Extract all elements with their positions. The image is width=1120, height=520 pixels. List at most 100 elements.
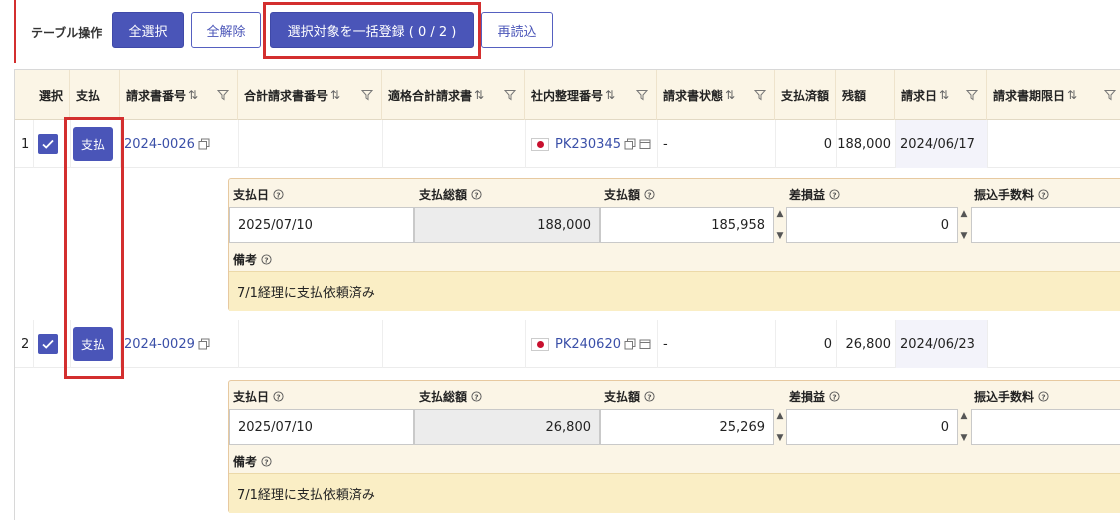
invoice-no-cell: 2024-0029 [124, 320, 210, 368]
header-status[interactable]: 請求書状態 ⇅ [657, 70, 775, 120]
sort-icon[interactable]: ⇅ [330, 88, 340, 102]
paid-cell: 0 [823, 136, 832, 152]
fee-input[interactable] [971, 207, 1120, 243]
note-field[interactable]: 7/1経理に支払依頼済み [229, 473, 1120, 513]
filter-icon[interactable] [217, 89, 229, 101]
help-icon[interactable]: ? [829, 391, 840, 402]
diff-input[interactable]: 0 [786, 409, 958, 445]
select-all-button[interactable]: 全選択 [112, 12, 184, 48]
amount-label: 支払額 ? [604, 186, 655, 203]
help-icon[interactable]: ? [273, 391, 284, 402]
svg-text:?: ? [276, 392, 280, 401]
header-invoice-no[interactable]: 請求書番号 ⇅ [120, 70, 238, 120]
filter-icon[interactable] [1104, 89, 1116, 101]
header-select: 選択 [33, 70, 70, 120]
paid-cell: 0 [823, 336, 832, 352]
filter-icon[interactable] [754, 89, 766, 101]
copy-icon[interactable] [198, 338, 210, 350]
pay-date-label: 支払日 ? [233, 388, 284, 405]
payment-detail-panel: 支払日 ? 支払総額 ? 支払額 ? 差損益 ? 振込手数料 ? 2025/07… [228, 178, 1120, 311]
pay-date-label: 支払日 ? [233, 186, 284, 203]
help-icon[interactable]: ? [644, 391, 655, 402]
diff-input[interactable]: 0 [786, 207, 958, 243]
note-field[interactable]: 7/1経理に支払依頼済み [229, 271, 1120, 311]
fee-label: 振込手数料 ? [974, 186, 1049, 203]
internal-no-link[interactable]: PK230345 [555, 137, 621, 152]
header-total-invoice-no[interactable]: 合計請求書番号 ⇅ [238, 70, 382, 120]
total-label: 支払総額 ? [419, 186, 482, 203]
note-label: 備考 ? [233, 453, 272, 470]
svg-text:?: ? [474, 392, 478, 401]
open-window-icon[interactable] [639, 338, 651, 350]
svg-text:?: ? [647, 190, 651, 199]
reload-button[interactable]: 再読込 [481, 12, 553, 48]
check-icon[interactable] [38, 334, 58, 354]
balance-cell: 188,000 [837, 136, 891, 152]
row-number: 2 [21, 336, 30, 352]
filter-icon[interactable] [361, 89, 373, 101]
filter-icon[interactable] [504, 89, 516, 101]
sort-icon[interactable]: ⇅ [188, 88, 198, 102]
svg-text:?: ? [1041, 190, 1045, 199]
amount-input[interactable]: 25,269 [600, 409, 774, 445]
internal-no-link[interactable]: PK240620 [555, 337, 621, 352]
row-checkbox[interactable] [38, 320, 58, 368]
amount-stepper[interactable]: ▲ ▼ [774, 207, 786, 243]
header-paid: 支払済額 [775, 70, 836, 120]
internal-no-cell: PK230345 [531, 120, 651, 168]
help-icon[interactable]: ? [1038, 391, 1049, 402]
sort-icon[interactable]: ⇅ [1067, 88, 1077, 102]
header-qualified-invoice[interactable]: 適格合計請求書 ⇅ [382, 70, 525, 120]
svg-text:?: ? [474, 190, 478, 199]
check-icon[interactable] [38, 134, 58, 154]
help-icon[interactable]: ? [829, 189, 840, 200]
header-invoice-date[interactable]: 請求日 ⇅ [895, 70, 987, 120]
open-window-icon[interactable] [639, 138, 651, 150]
total-field: 188,000 [414, 207, 600, 243]
sort-icon[interactable]: ⇅ [939, 88, 949, 102]
invoice-date-cell: 2024/06/23 [896, 320, 987, 368]
help-icon[interactable]: ? [471, 391, 482, 402]
amount-stepper[interactable]: ▲ ▼ [774, 409, 786, 445]
header-due-date[interactable]: 請求書期限日 ⇅ [987, 70, 1120, 120]
diff-stepper[interactable]: ▲ ▼ [958, 207, 970, 243]
japan-flag-icon [531, 337, 549, 351]
help-icon[interactable]: ? [273, 189, 284, 200]
balance-cell: 26,800 [845, 336, 892, 352]
fee-input[interactable] [971, 409, 1120, 445]
header-internal-no[interactable]: 社内整理番号 ⇅ [525, 70, 657, 120]
invoice-no-link[interactable]: 2024-0026 [124, 137, 195, 152]
invoice-table: 選択 支払 請求書番号 ⇅ 合計請求書番号 ⇅ 適格合計請求書 ⇅ 社内整理番号 ⇅ 請… [14, 69, 1120, 520]
filter-icon[interactable] [966, 89, 978, 101]
help-icon[interactable]: ? [261, 456, 272, 467]
pay-date-input[interactable]: 2025/07/10 [229, 409, 414, 445]
total-label: 支払総額 ? [419, 388, 482, 405]
svg-text:?: ? [276, 190, 280, 199]
filter-icon[interactable] [636, 89, 648, 101]
svg-text:?: ? [264, 457, 268, 466]
table-header: 選択 支払 請求書番号 ⇅ 合計請求書番号 ⇅ 適格合計請求書 ⇅ 社内整理番号 ⇅ 請… [15, 70, 1120, 120]
amount-input[interactable]: 185,958 [600, 207, 774, 243]
row-checkbox[interactable] [38, 120, 58, 168]
copy-icon[interactable] [624, 338, 636, 350]
invoice-no-cell: 2024-0026 [124, 120, 210, 168]
status-cell: - [663, 336, 668, 352]
highlight-box-pay-column [64, 117, 124, 379]
amount-label: 支払額 ? [604, 388, 655, 405]
diff-label: 差損益 ? [789, 186, 840, 203]
table-toolbar: テーブル操作 全選択 全解除 選択対象を一括登録 ( 0 / 2 ) 再読込 [14, 0, 1120, 63]
diff-stepper[interactable]: ▲ ▼ [958, 409, 970, 445]
deselect-all-button[interactable]: 全解除 [191, 12, 261, 48]
help-icon[interactable]: ? [471, 189, 482, 200]
help-icon[interactable]: ? [1038, 189, 1049, 200]
sort-icon[interactable]: ⇅ [725, 88, 735, 102]
pay-date-input[interactable]: 2025/07/10 [229, 207, 414, 243]
help-icon[interactable]: ? [644, 189, 655, 200]
copy-icon[interactable] [624, 138, 636, 150]
invoice-no-link[interactable]: 2024-0029 [124, 337, 195, 352]
copy-icon[interactable] [198, 138, 210, 150]
svg-text:?: ? [1041, 392, 1045, 401]
sort-icon[interactable]: ⇅ [605, 88, 615, 102]
help-icon[interactable]: ? [261, 254, 272, 265]
sort-icon[interactable]: ⇅ [474, 88, 484, 102]
